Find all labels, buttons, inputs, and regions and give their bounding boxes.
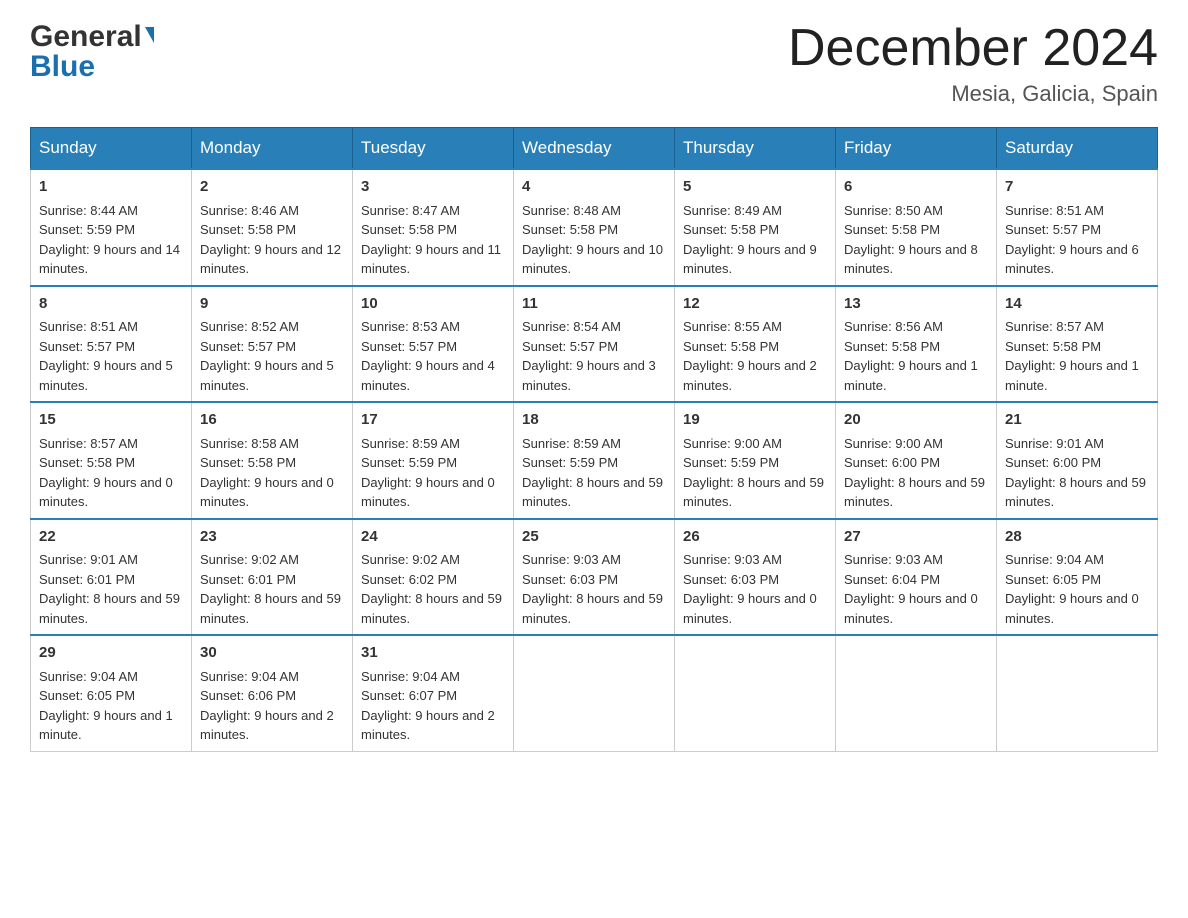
day-number: 6 [844,176,988,199]
day-number: 2 [200,176,344,199]
table-cell: 24Sunrise: 9:02 AMSunset: 6:02 PMDayligh… [353,519,514,636]
table-cell: 11Sunrise: 8:54 AMSunset: 5:57 PMDayligh… [514,286,675,403]
day-number: 11 [522,293,666,316]
day-number: 7 [1005,176,1149,199]
table-cell: 30Sunrise: 9:04 AMSunset: 6:06 PMDayligh… [192,635,353,751]
day-number: 1 [39,176,183,199]
col-thursday: Thursday [675,128,836,170]
table-cell: 26Sunrise: 9:03 AMSunset: 6:03 PMDayligh… [675,519,836,636]
table-cell: 31Sunrise: 9:04 AMSunset: 6:07 PMDayligh… [353,635,514,751]
table-cell: 2Sunrise: 8:46 AMSunset: 5:58 PMDaylight… [192,169,353,286]
col-friday: Friday [836,128,997,170]
table-cell: 9Sunrise: 8:52 AMSunset: 5:57 PMDaylight… [192,286,353,403]
day-number: 8 [39,293,183,316]
table-cell: 16Sunrise: 8:58 AMSunset: 5:58 PMDayligh… [192,402,353,519]
day-number: 22 [39,526,183,549]
table-cell: 5Sunrise: 8:49 AMSunset: 5:58 PMDaylight… [675,169,836,286]
table-cell: 20Sunrise: 9:00 AMSunset: 6:00 PMDayligh… [836,402,997,519]
table-cell [997,635,1158,751]
table-cell: 22Sunrise: 9:01 AMSunset: 6:01 PMDayligh… [31,519,192,636]
title-section: December 2024 Mesia, Galicia, Spain [788,20,1158,107]
table-cell: 28Sunrise: 9:04 AMSunset: 6:05 PMDayligh… [997,519,1158,636]
table-cell: 6Sunrise: 8:50 AMSunset: 5:58 PMDaylight… [836,169,997,286]
table-cell: 27Sunrise: 9:03 AMSunset: 6:04 PMDayligh… [836,519,997,636]
day-number: 13 [844,293,988,316]
day-number: 4 [522,176,666,199]
week-row-2: 8Sunrise: 8:51 AMSunset: 5:57 PMDaylight… [31,286,1158,403]
day-number: 10 [361,293,505,316]
table-cell: 8Sunrise: 8:51 AMSunset: 5:57 PMDaylight… [31,286,192,403]
day-number: 23 [200,526,344,549]
day-number: 30 [200,642,344,665]
day-number: 18 [522,409,666,432]
day-number: 26 [683,526,827,549]
day-number: 27 [844,526,988,549]
day-number: 31 [361,642,505,665]
day-number: 25 [522,526,666,549]
day-number: 3 [361,176,505,199]
table-cell [514,635,675,751]
day-number: 20 [844,409,988,432]
table-cell [675,635,836,751]
week-row-1: 1Sunrise: 8:44 AMSunset: 5:59 PMDaylight… [31,169,1158,286]
calendar-header: Sunday Monday Tuesday Wednesday Thursday… [31,128,1158,170]
week-row-4: 22Sunrise: 9:01 AMSunset: 6:01 PMDayligh… [31,519,1158,636]
header-row: Sunday Monday Tuesday Wednesday Thursday… [31,128,1158,170]
col-saturday: Saturday [997,128,1158,170]
day-number: 29 [39,642,183,665]
logo-blue: Blue [30,50,95,84]
page-header: General Blue December 2024 Mesia, Galici… [30,20,1158,107]
table-cell: 25Sunrise: 9:03 AMSunset: 6:03 PMDayligh… [514,519,675,636]
table-cell: 3Sunrise: 8:47 AMSunset: 5:58 PMDaylight… [353,169,514,286]
month-title: December 2024 [788,20,1158,77]
table-cell: 12Sunrise: 8:55 AMSunset: 5:58 PMDayligh… [675,286,836,403]
day-number: 24 [361,526,505,549]
day-number: 19 [683,409,827,432]
table-cell: 14Sunrise: 8:57 AMSunset: 5:58 PMDayligh… [997,286,1158,403]
calendar-table: Sunday Monday Tuesday Wednesday Thursday… [30,127,1158,752]
table-cell: 17Sunrise: 8:59 AMSunset: 5:59 PMDayligh… [353,402,514,519]
col-tuesday: Tuesday [353,128,514,170]
table-cell: 21Sunrise: 9:01 AMSunset: 6:00 PMDayligh… [997,402,1158,519]
calendar-body: 1Sunrise: 8:44 AMSunset: 5:59 PMDaylight… [31,169,1158,751]
table-cell: 7Sunrise: 8:51 AMSunset: 5:57 PMDaylight… [997,169,1158,286]
table-cell: 4Sunrise: 8:48 AMSunset: 5:58 PMDaylight… [514,169,675,286]
table-cell: 15Sunrise: 8:57 AMSunset: 5:58 PMDayligh… [31,402,192,519]
day-number: 9 [200,293,344,316]
day-number: 21 [1005,409,1149,432]
table-cell: 29Sunrise: 9:04 AMSunset: 6:05 PMDayligh… [31,635,192,751]
table-cell [836,635,997,751]
table-cell: 13Sunrise: 8:56 AMSunset: 5:58 PMDayligh… [836,286,997,403]
table-cell: 10Sunrise: 8:53 AMSunset: 5:57 PMDayligh… [353,286,514,403]
table-cell: 23Sunrise: 9:02 AMSunset: 6:01 PMDayligh… [192,519,353,636]
day-number: 16 [200,409,344,432]
logo-triangle-icon [145,27,154,43]
day-number: 15 [39,409,183,432]
logo-general: General [30,20,154,54]
col-monday: Monday [192,128,353,170]
table-cell: 1Sunrise: 8:44 AMSunset: 5:59 PMDaylight… [31,169,192,286]
col-sunday: Sunday [31,128,192,170]
day-number: 17 [361,409,505,432]
day-number: 12 [683,293,827,316]
week-row-5: 29Sunrise: 9:04 AMSunset: 6:05 PMDayligh… [31,635,1158,751]
week-row-3: 15Sunrise: 8:57 AMSunset: 5:58 PMDayligh… [31,402,1158,519]
day-number: 28 [1005,526,1149,549]
day-number: 14 [1005,293,1149,316]
table-cell: 18Sunrise: 8:59 AMSunset: 5:59 PMDayligh… [514,402,675,519]
day-number: 5 [683,176,827,199]
col-wednesday: Wednesday [514,128,675,170]
table-cell: 19Sunrise: 9:00 AMSunset: 5:59 PMDayligh… [675,402,836,519]
logo: General Blue [30,20,154,84]
location: Mesia, Galicia, Spain [788,81,1158,107]
